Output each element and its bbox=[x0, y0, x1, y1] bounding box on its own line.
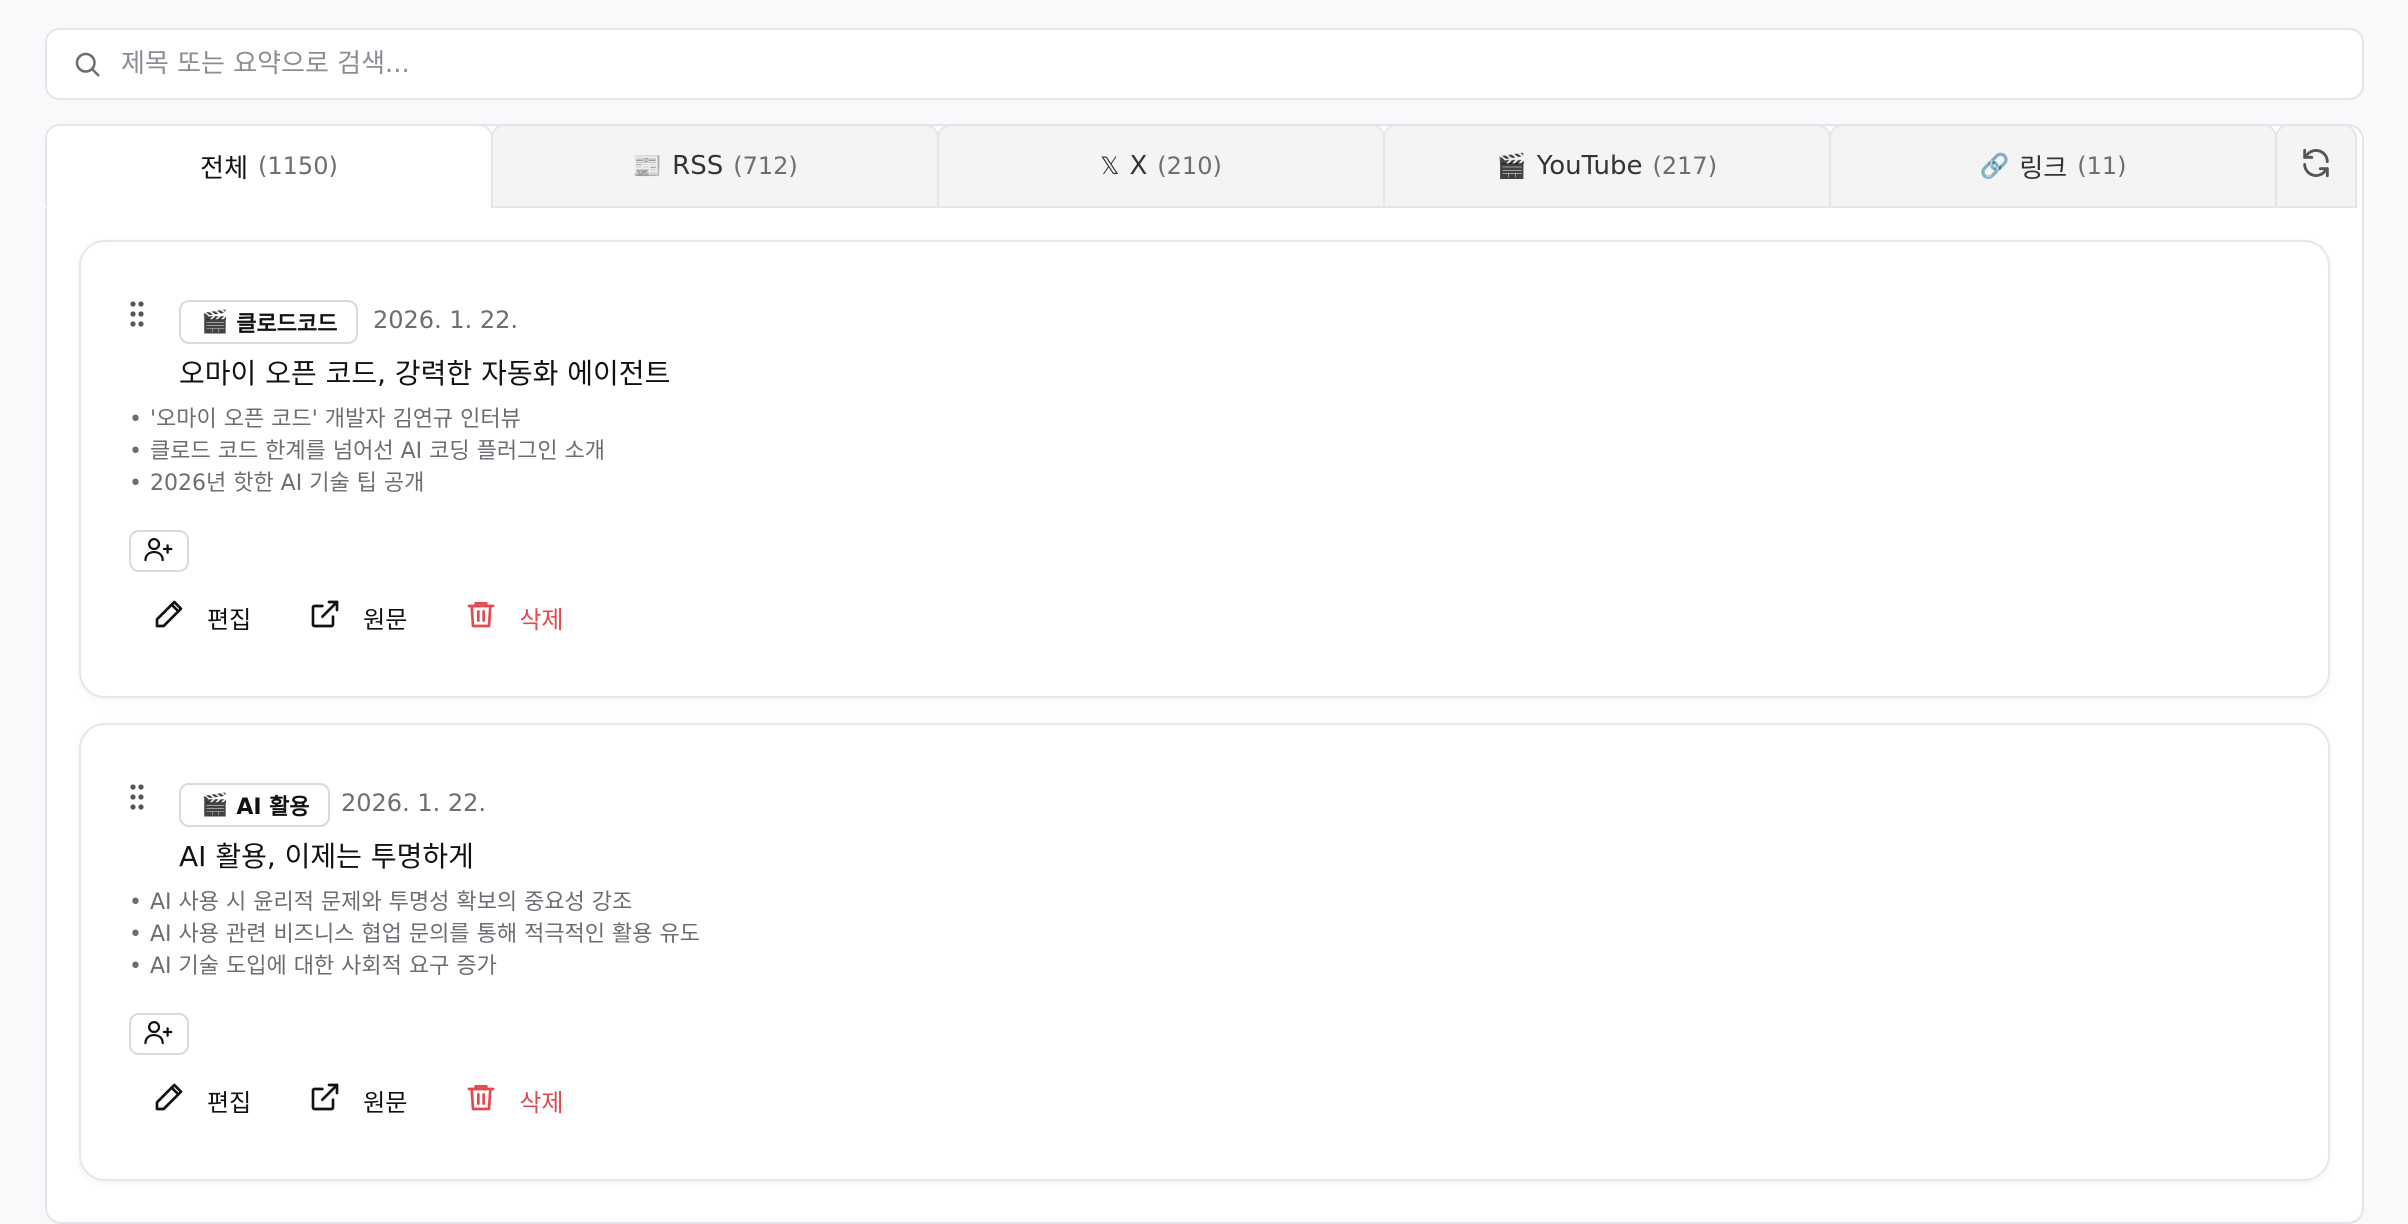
trash-icon bbox=[465, 1081, 519, 1119]
category-tag: 🎬 클로드코드 bbox=[179, 300, 358, 344]
filter-tabs: 전체 (1150) 📰 RSS (712) 𝕏 X (210) 🎬 YouTub… bbox=[45, 124, 2357, 208]
tab-count: (1150) bbox=[258, 152, 338, 180]
summary-item: '오마이 오픈 코드' 개발자 김연규 인터뷰 bbox=[129, 404, 605, 436]
content-card: 🎬 클로드코드 2026. 1. 22. 오마이 오픈 코드, 강력한 자동화 … bbox=[79, 240, 2330, 698]
tab-rss[interactable]: 📰 RSS (712) bbox=[491, 124, 939, 208]
card-date: 2026. 1. 22. bbox=[373, 306, 519, 334]
tab-all[interactable]: 전체 (1150) bbox=[45, 124, 493, 208]
tab-count: (11) bbox=[2077, 152, 2127, 180]
summary-item: AI 기술 도입에 대한 사회적 요구 증가 bbox=[129, 951, 700, 983]
category-label: 클로드코드 bbox=[236, 312, 338, 337]
refresh-button[interactable] bbox=[2275, 124, 2357, 208]
open-original-button[interactable]: 원문 bbox=[309, 1081, 407, 1119]
clapper-icon: 🎬 bbox=[201, 792, 229, 818]
pencil-icon bbox=[153, 598, 207, 636]
edit-label: 편집 bbox=[207, 605, 252, 634]
tab-count: (217) bbox=[1652, 152, 1718, 180]
x-logo-icon: 𝕏 bbox=[1100, 152, 1120, 180]
delete-label: 삭제 bbox=[519, 1088, 564, 1117]
edit-button[interactable]: 편집 bbox=[153, 598, 251, 636]
delete-button[interactable]: 삭제 bbox=[465, 1081, 564, 1119]
assign-person-button[interactable] bbox=[129, 1013, 189, 1055]
trash-icon bbox=[465, 598, 519, 636]
tab-youtube[interactable]: 🎬 YouTube (217) bbox=[1383, 124, 1831, 208]
newspaper-icon: 📰 bbox=[632, 152, 663, 180]
tab-x[interactable]: 𝕏 X (210) bbox=[937, 124, 1385, 208]
tab-label: 링크 bbox=[2019, 153, 2068, 184]
summary-list: '오마이 오픈 코드' 개발자 김연규 인터뷰 클로드 코드 한계를 넘어선 A… bbox=[129, 404, 605, 500]
tab-label: 전체 bbox=[200, 153, 249, 184]
card-date: 2026. 1. 22. bbox=[341, 789, 487, 817]
search-icon bbox=[69, 46, 105, 82]
card-title[interactable]: 오마이 오픈 코드, 강력한 자동화 에이전트 bbox=[179, 352, 670, 392]
card-actions: 편집 원문 삭제 bbox=[153, 598, 622, 636]
clapper-icon: 🎬 bbox=[201, 309, 229, 335]
drag-handle-icon[interactable] bbox=[129, 300, 145, 328]
external-link-icon bbox=[309, 598, 363, 636]
drag-handle-icon[interactable] bbox=[129, 783, 145, 811]
card-title[interactable]: AI 활용, 이제는 투명하게 bbox=[179, 835, 474, 875]
category-tag: 🎬 AI 활용 bbox=[179, 783, 330, 827]
card-actions: 편집 원문 삭제 bbox=[153, 1081, 622, 1119]
refresh-icon bbox=[2299, 146, 2333, 187]
category-label: AI 활용 bbox=[236, 795, 310, 820]
edit-button[interactable]: 편집 bbox=[153, 1081, 251, 1119]
summary-item: AI 사용 관련 비즈니스 협업 문의를 통해 적극적인 활용 유도 bbox=[129, 919, 700, 951]
tab-count: (712) bbox=[733, 152, 798, 180]
link-icon: 🔗 bbox=[1979, 152, 2010, 180]
original-label: 원문 bbox=[363, 1088, 408, 1117]
original-label: 원문 bbox=[363, 605, 408, 634]
summary-item: 클로드 코드 한계를 넘어선 AI 코딩 플러그인 소개 bbox=[129, 436, 605, 468]
summary-list: AI 사용 시 윤리적 문제와 투명성 확보의 중요성 강조 AI 사용 관련 … bbox=[129, 887, 700, 983]
delete-button[interactable]: 삭제 bbox=[465, 598, 564, 636]
tab-count: (210) bbox=[1157, 152, 1222, 180]
content-card: 🎬 AI 활용 2026. 1. 22. AI 활용, 이제는 투명하게 AI … bbox=[79, 723, 2330, 1181]
summary-item: AI 사용 시 윤리적 문제와 투명성 확보의 중요성 강조 bbox=[129, 887, 700, 919]
open-original-button[interactable]: 원문 bbox=[309, 598, 407, 636]
tab-label: X bbox=[1129, 151, 1148, 181]
tab-label: RSS bbox=[672, 151, 724, 181]
clapper-icon: 🎬 bbox=[1496, 152, 1527, 180]
summary-item: 2026년 핫한 AI 기술 팁 공개 bbox=[129, 468, 605, 500]
tab-link[interactable]: 🔗 링크 (11) bbox=[1829, 124, 2277, 208]
external-link-icon bbox=[309, 1081, 363, 1119]
pencil-icon bbox=[153, 1081, 207, 1119]
user-plus-icon bbox=[143, 1018, 175, 1050]
delete-label: 삭제 bbox=[519, 605, 564, 634]
tab-label: YouTube bbox=[1536, 151, 1643, 181]
user-plus-icon bbox=[143, 535, 175, 567]
search-input[interactable] bbox=[119, 48, 2319, 80]
edit-label: 편집 bbox=[207, 1088, 252, 1117]
search-bar bbox=[45, 28, 2364, 100]
assign-person-button[interactable] bbox=[129, 530, 189, 572]
